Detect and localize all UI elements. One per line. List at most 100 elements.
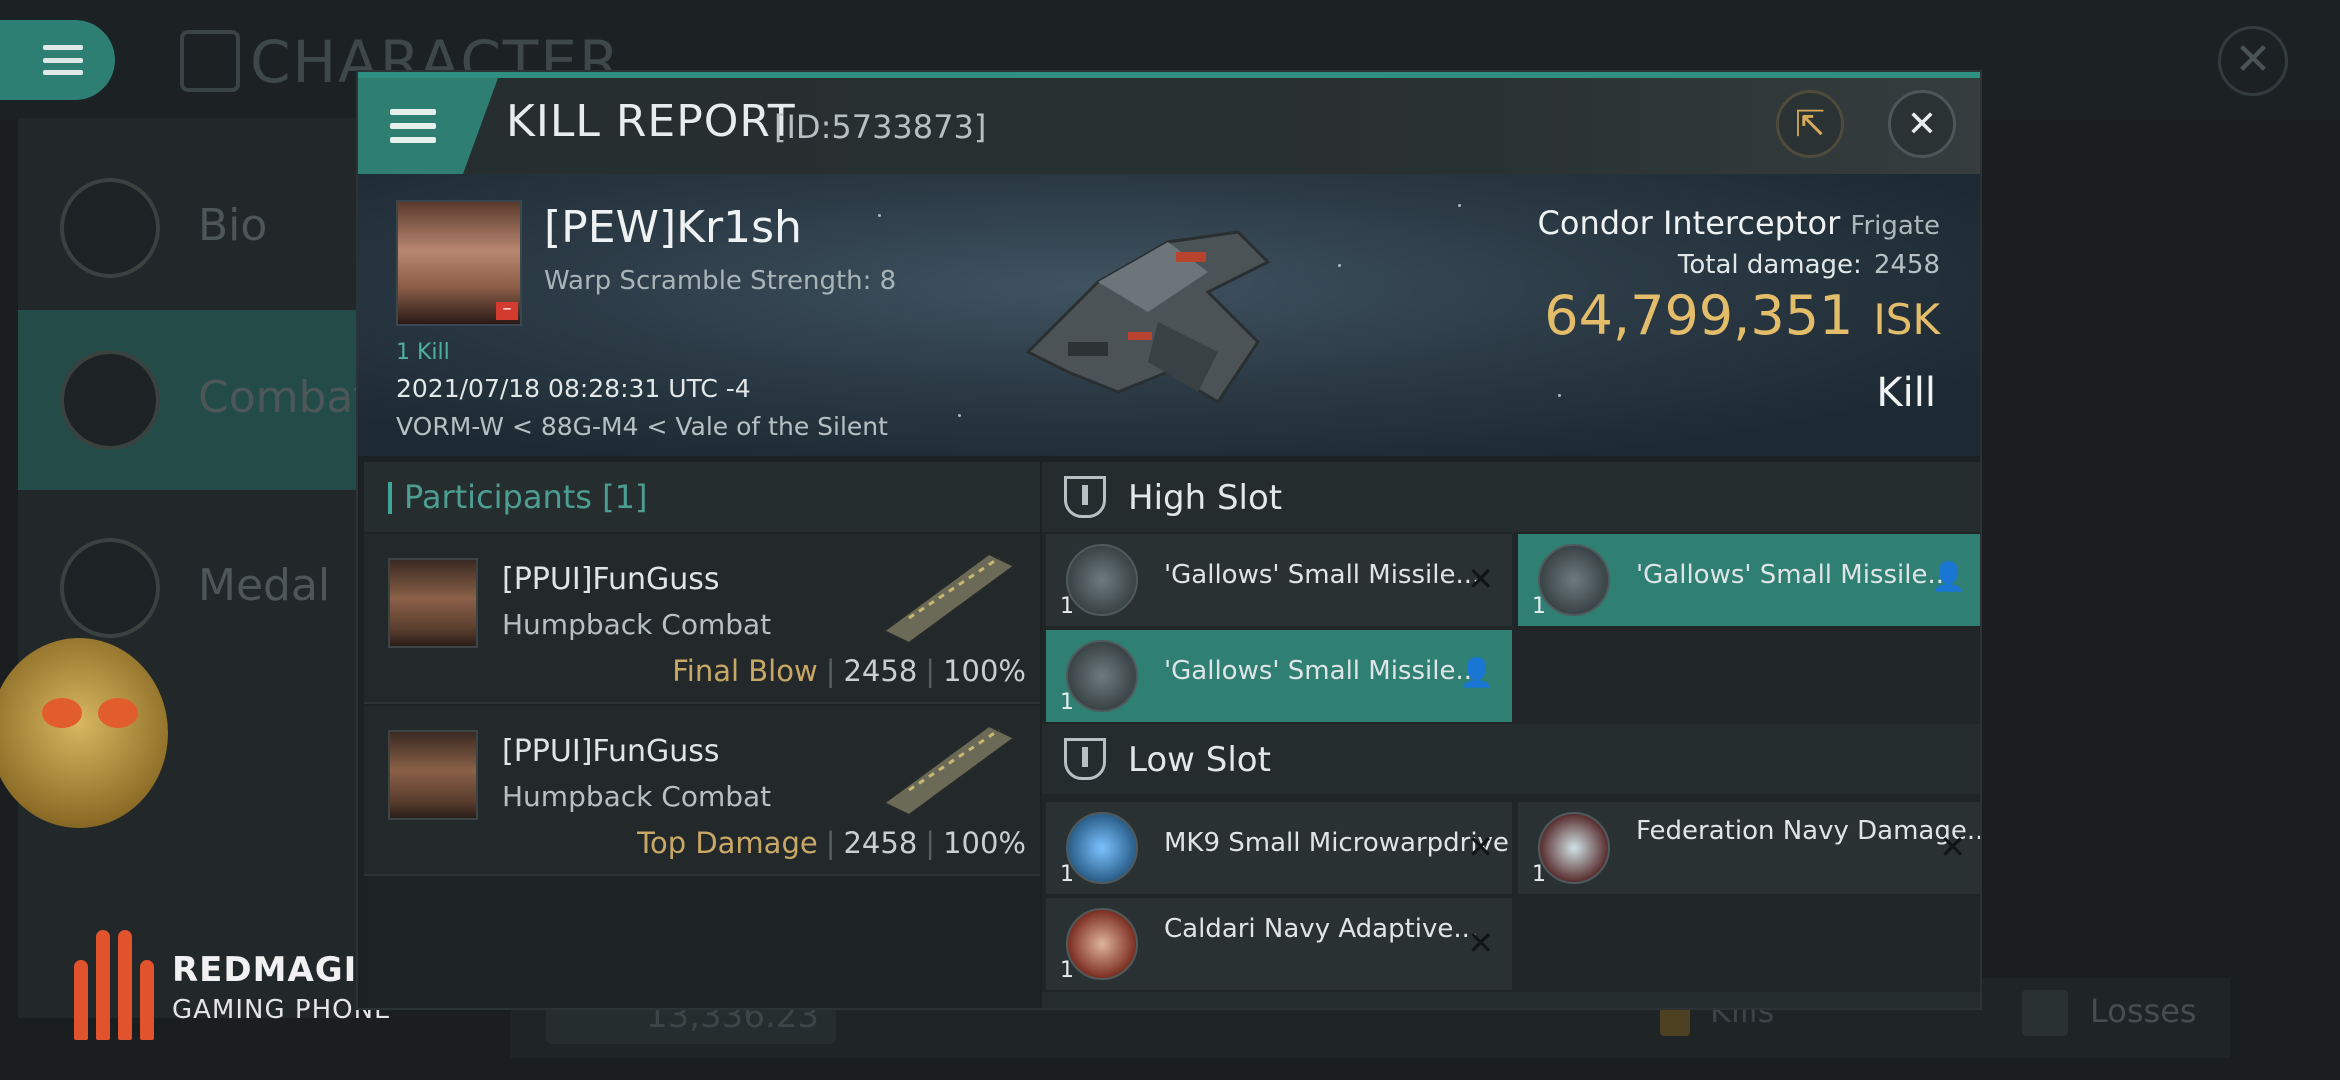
sidebar-item-bio[interactable]: Bio: [18, 138, 358, 318]
total-damage: Total damage: 2458: [1678, 250, 1940, 280]
participant-ship-icon: [882, 552, 1016, 645]
missile-launcher-icon: [1066, 544, 1138, 616]
module-item[interactable]: 1 Federation Navy Damage... ✕: [1518, 802, 1980, 894]
sidebar-item-label: Bio: [198, 200, 268, 251]
share-button[interactable]: ⇱: [1776, 90, 1844, 158]
participants-title: Participants [1]: [404, 478, 648, 516]
participant-portrait[interactable]: [388, 558, 478, 648]
star: [878, 214, 881, 217]
stat-separator: |: [825, 826, 836, 860]
missile-launcher-icon: [1066, 640, 1138, 712]
destroyed-icon: ✕: [1939, 828, 1966, 866]
losses-tab[interactable]: Losses: [2090, 992, 2197, 1030]
participant-percent: 100%: [943, 654, 1026, 688]
sidebar-item-label: Medal: [198, 560, 331, 611]
isk-unit: ISK: [1873, 295, 1940, 344]
kill-location[interactable]: VORM-W < 88G-M4 < Vale of the Silent: [396, 412, 888, 441]
sidebar-item-combat[interactable]: Combat: [18, 310, 371, 490]
sidebar-item-label: Combat: [198, 372, 371, 423]
participant-damage: 2458: [843, 654, 918, 688]
close-button[interactable]: ✕: [1888, 90, 1956, 158]
avatar-eye: [42, 698, 82, 728]
destroyed-icon: ✕: [1467, 924, 1494, 962]
star-medal-icon: [60, 538, 160, 638]
star: [958, 414, 961, 417]
participant-row[interactable]: [PPUI]FunGuss Humpback Combat Final Blow…: [364, 534, 1040, 704]
ship-class: Frigate: [1850, 211, 1940, 241]
menu-icon: [42, 45, 83, 75]
participant-name: [PPUI]FunGuss: [502, 562, 720, 597]
header-accent: [388, 482, 392, 514]
participant-stats: Top Damage | 2458 | 100%: [637, 826, 1026, 860]
module-name: 'Gallows' Small Missile...: [1636, 560, 1953, 590]
module-qty: 1: [1060, 594, 1074, 619]
participant-ship-icon: [882, 724, 1016, 817]
module-qty: 1: [1060, 958, 1074, 983]
total-damage-value: 2458: [1873, 250, 1940, 280]
module-qty: 1: [1060, 862, 1074, 887]
menu-icon: [390, 109, 436, 143]
participant-role: Top Damage: [637, 826, 818, 860]
participant-name: [PPUI]FunGuss: [502, 734, 720, 769]
ship-name: Condor Interceptor Frigate: [1538, 204, 1940, 242]
next-slot-header-peek: [1042, 992, 1980, 1008]
ship-name-text: Condor Interceptor: [1537, 204, 1841, 242]
destroyed-icon: ✕: [1467, 828, 1494, 866]
result-label: Kill: [1876, 370, 1936, 416]
kill-report-modal: KILL REPORT [ID:5733873] ⇱ ✕ – [PEW]Kr1s…: [356, 70, 1982, 1010]
module-qty: 1: [1532, 594, 1546, 619]
losses-checkbox[interactable]: [2022, 990, 2068, 1036]
participant-ship: Humpback Combat: [502, 780, 772, 813]
main-menu-button[interactable]: [0, 20, 115, 100]
module-name: MK9 Small Microwarpdrive: [1164, 828, 1509, 858]
participant-row[interactable]: [PPUI]FunGuss Humpback Combat Top Damage…: [364, 706, 1040, 876]
stat-separator: |: [925, 826, 936, 860]
microwarpdrive-icon: [1066, 812, 1138, 884]
module-name: 'Gallows' Small Missile...: [1164, 560, 1481, 590]
crossed-swords-icon: [60, 350, 160, 450]
module-qty: 1: [1532, 862, 1546, 887]
module-item[interactable]: 1 Caldari Navy Adaptive... ✕: [1046, 898, 1512, 990]
high-slot-label: High Slot: [1128, 478, 1283, 518]
sidebar: Bio Combat Medal: [18, 118, 371, 1018]
participant-ship: Humpback Combat: [502, 608, 772, 641]
participant-percent: 100%: [943, 826, 1026, 860]
total-damage-label: Total damage:: [1677, 250, 1862, 280]
low-slot-label: Low Slot: [1128, 740, 1271, 780]
shield-hardener-icon: [1066, 908, 1138, 980]
missile-launcher-icon: [1538, 544, 1610, 616]
high-slot-icon: [1064, 476, 1106, 518]
star: [1338, 264, 1341, 267]
isk-value: 64,799,351 ISK: [1544, 284, 1940, 347]
participants-header: Participants [1]: [364, 462, 1040, 532]
character-icon: [180, 30, 240, 92]
module-name: 'Gallows' Small Missile...: [1164, 656, 1481, 686]
kill-datetime: 2021/07/18 08:28:31 UTC -4: [396, 374, 751, 403]
kill-report-id: [ID:5733873]: [774, 108, 987, 146]
star: [1458, 204, 1461, 207]
module-qty: 1: [1060, 690, 1074, 715]
dropped-person-icon: 👤: [1459, 656, 1494, 689]
kill-count-tag: 1 Kill: [396, 340, 450, 365]
victim-banner: – [PEW]Kr1sh Warp Scramble Strength: 8 1…: [358, 174, 1980, 456]
participants-panel: Participants [1] [PPUI]FunGuss Humpback …: [364, 462, 1040, 1008]
victim-subtitle: Warp Scramble Strength: 8: [544, 266, 897, 296]
victim-portrait[interactable]: –: [396, 200, 522, 326]
page-close-icon[interactable]: ✕: [2218, 26, 2288, 96]
minus-badge-icon: –: [496, 300, 518, 320]
ship-image[interactable]: [1008, 202, 1298, 422]
low-slot-icon: [1064, 738, 1106, 780]
participant-role: Final Blow: [672, 654, 818, 688]
low-slot-header: Low Slot: [1042, 724, 1980, 794]
stat-separator: |: [825, 654, 836, 688]
module-item[interactable]: 1 'Gallows' Small Missile... 👤: [1046, 630, 1512, 722]
participant-portrait[interactable]: [388, 730, 478, 820]
high-slot-header: High Slot: [1042, 462, 1980, 532]
module-name: Caldari Navy Adaptive...: [1164, 914, 1479, 944]
module-item[interactable]: 1 'Gallows' Small Missile... ✕: [1046, 534, 1512, 626]
bio-icon: [60, 178, 160, 278]
module-item[interactable]: 1 'Gallows' Small Missile... 👤: [1518, 534, 1980, 626]
fitting-slots-panel: High Slot 1 'Gallows' Small Missile... ✕…: [1042, 462, 1980, 1008]
module-item[interactable]: 1 MK9 Small Microwarpdrive ✕: [1046, 802, 1512, 894]
avatar-eye: [98, 698, 138, 728]
